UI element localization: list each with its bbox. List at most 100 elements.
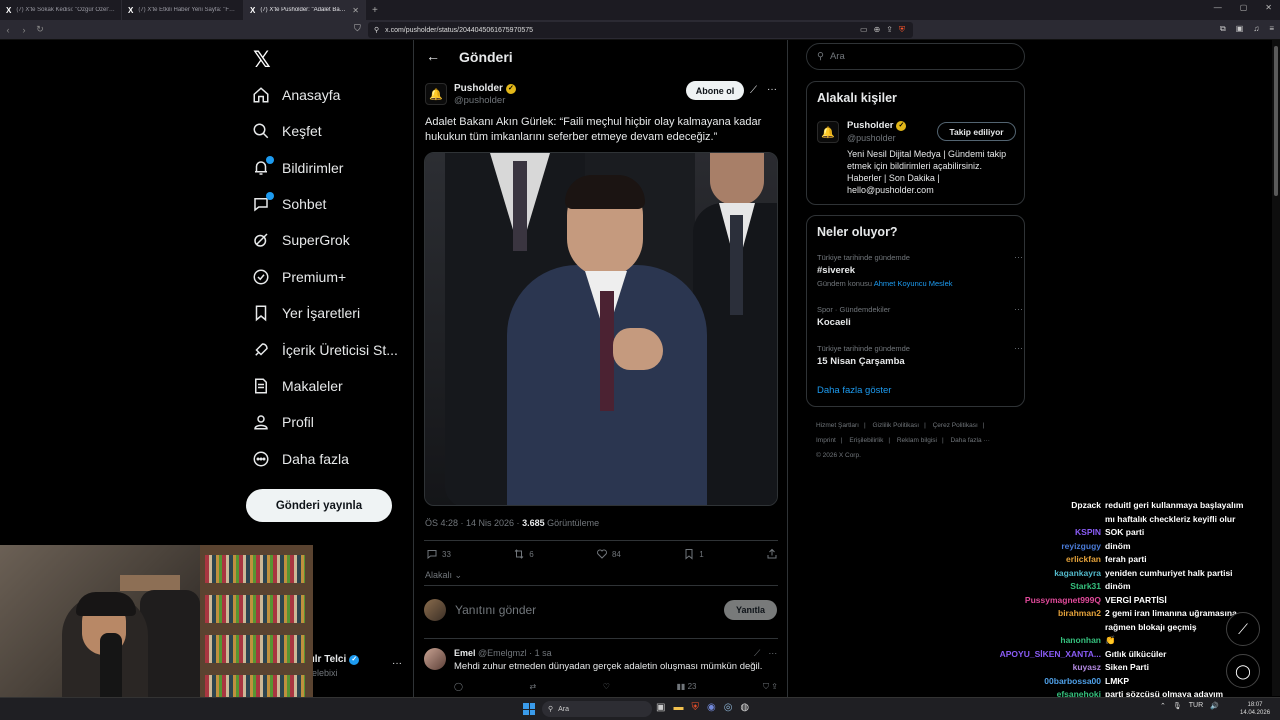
brave-browser-icon[interactable]: ⛨ xyxy=(691,702,699,713)
nav-item-creator-studio[interactable]: İçerik Üreticisi St... xyxy=(252,341,398,359)
heart-icon[interactable]: ♡ xyxy=(603,682,610,692)
messages-floating-button[interactable]: ◯ xyxy=(1226,654,1260,688)
bookmark-action[interactable]: 1 xyxy=(683,548,704,560)
more-icon[interactable]: ··· xyxy=(392,658,402,669)
chevron-up-icon[interactable]: ⌃ xyxy=(1160,702,1166,710)
taskbar-search[interactable]: ⚲ Ara xyxy=(542,701,652,717)
chat-username[interactable]: Pussymagnet999Q xyxy=(960,595,1105,606)
share-action[interactable] xyxy=(766,548,778,560)
more-icon[interactable]: ··· xyxy=(768,648,777,659)
volume-icon[interactable]: 🔊 xyxy=(1210,702,1219,710)
author-avatar[interactable]: 🔔 xyxy=(425,83,447,105)
chat-username[interactable]: birahman2 xyxy=(960,608,1105,619)
chat-username[interactable]: Stark31 xyxy=(960,581,1105,592)
chat-username[interactable]: reyizgugy xyxy=(960,541,1105,552)
maximize-icon[interactable]: ▢ xyxy=(1240,3,1248,12)
grok-explain-icon[interactable]: ⟋ xyxy=(754,648,760,659)
nav-item-articles[interactable]: Makaleler xyxy=(252,377,343,395)
footer-link[interactable]: Çerez Politikası xyxy=(933,422,978,429)
minimize-icon[interactable]: — xyxy=(1214,3,1222,12)
footer-link[interactable]: Erişilebilirlik xyxy=(849,437,883,444)
nav-item-premium[interactable]: Premium+ xyxy=(252,268,346,286)
tweet-photo[interactable] xyxy=(424,152,778,506)
following-button[interactable]: Takip ediliyor xyxy=(937,122,1016,141)
chat-username[interactable]: KSPIN xyxy=(960,527,1105,538)
browser-tab[interactable]: X (7) X'te Sokak Kedisi: "Özgür Özel'i "I… xyxy=(0,0,122,20)
related-avatar[interactable]: 🔔 xyxy=(817,121,839,143)
more-icon[interactable]: ··· xyxy=(1014,343,1023,353)
reader-icon[interactable]: ▭ xyxy=(860,25,868,35)
footer-link[interactable]: Reklam bilgisi xyxy=(897,437,937,444)
nav-item-explore[interactable]: Keşfet xyxy=(252,122,322,140)
media-icon[interactable]: ♫ xyxy=(1253,24,1259,34)
footer-link[interactable]: Hizmet Şartları xyxy=(816,422,859,429)
zoom-icon[interactable]: ⊕ xyxy=(874,25,881,35)
clock[interactable]: 18:07 14.04.2026 xyxy=(1240,701,1270,717)
obs-icon[interactable]: ◍ xyxy=(740,702,749,713)
trend-item[interactable]: Spor · Gündemdekiler Kocaeli ··· xyxy=(817,304,1023,328)
like-action[interactable]: 84 xyxy=(596,548,621,560)
menu-icon[interactable]: ≡ xyxy=(1269,24,1274,34)
tweet-timestamp[interactable]: ÖS 4:28 · 14 Nis 2026 · xyxy=(425,518,522,528)
footer-link[interactable]: Daha fazla ··· xyxy=(950,437,989,444)
chat-username[interactable]: kuyasz xyxy=(960,662,1105,673)
forward-icon[interactable]: › xyxy=(16,25,32,35)
mic-icon[interactable]: 🎙 xyxy=(1173,702,1182,710)
share-icon[interactable]: ⇪ xyxy=(771,682,778,691)
nav-item-supergrok[interactable]: SuperGrok xyxy=(252,231,350,249)
steam-icon[interactable]: ◎ xyxy=(724,702,733,713)
chat-username[interactable]: kagankayra xyxy=(960,568,1105,579)
back-icon[interactable]: ‹ xyxy=(0,25,16,35)
nav-item-notifications[interactable]: Bildirimler xyxy=(252,156,343,177)
author-handle[interactable]: @pusholder xyxy=(454,95,505,106)
bookmark-icon[interactable]: ⛉ xyxy=(763,682,769,691)
nav-item-more[interactable]: Daha fazla xyxy=(252,450,349,468)
trend-item[interactable]: Türkiye tarihinde gündemde 15 Nisan Çarş… xyxy=(817,343,1023,367)
new-tab-button[interactable]: + xyxy=(366,5,384,16)
x-logo-icon[interactable]: 𝕏 xyxy=(253,48,271,73)
related-handle[interactable]: @pusholder xyxy=(847,133,896,143)
url-bar[interactable]: ⚲ x.com/pusholder/status/204404506167597… xyxy=(368,22,913,38)
nav-item-bookmarks[interactable]: Yer İşaretleri xyxy=(252,304,360,322)
chat-username[interactable]: erlickfan xyxy=(960,554,1105,565)
file-explorer-icon[interactable]: ▬ xyxy=(673,702,683,713)
reload-icon[interactable]: ↻ xyxy=(32,24,48,35)
nav-item-home[interactable]: Anasayfa xyxy=(252,86,340,104)
windows-start-icon[interactable] xyxy=(523,703,535,715)
repost-action[interactable]: 6 xyxy=(513,548,534,560)
extension-icon[interactable]: ⧉ xyxy=(1220,24,1226,34)
language-indicator[interactable]: TUR xyxy=(1189,702,1203,710)
chat-username[interactable] xyxy=(960,622,1105,633)
reply-icon[interactable]: ◯ xyxy=(454,682,463,692)
more-icon[interactable]: ··· xyxy=(1014,304,1023,314)
search-input[interactable]: ⚲ Ara xyxy=(806,43,1025,70)
reply-input[interactable]: Yanıtını gönder xyxy=(455,603,536,617)
footer-link[interactable]: Gizlilik Politikası xyxy=(873,422,920,429)
close-window-icon[interactable]: ✕ xyxy=(1265,3,1272,12)
chat-username[interactable]: 00barbossa00 xyxy=(960,676,1105,687)
more-icon[interactable]: ··· xyxy=(1014,252,1023,262)
nav-item-chat[interactable]: Sohbet xyxy=(252,192,326,213)
account-switcher[interactable]: ılr Telci ✓ elebixi ··· xyxy=(312,654,412,678)
discord-icon[interactable]: ◉ xyxy=(707,702,716,713)
post-button[interactable]: Gönderi yayınla xyxy=(246,489,392,522)
chat-username[interactable] xyxy=(960,514,1105,525)
back-arrow-icon[interactable]: ← xyxy=(426,48,440,64)
nav-item-profile[interactable]: Profil xyxy=(252,413,314,431)
subscribe-button[interactable]: Abone ol xyxy=(686,81,744,100)
chat-username[interactable]: Dpzack xyxy=(960,500,1105,511)
wallet-icon[interactable]: ▣ xyxy=(1236,24,1244,34)
reply-sort-dropdown[interactable]: Alakalı ⌄ xyxy=(425,570,462,581)
trend-item[interactable]: Türkiye tarihinde gündemde #siverek Günd… xyxy=(817,252,1023,288)
close-tab-icon[interactable]: ✕ xyxy=(352,6,359,15)
grok-floating-button[interactable]: ⟋ xyxy=(1226,612,1260,646)
show-more-link[interactable]: Daha fazla göster xyxy=(817,385,891,396)
trend-topic-link[interactable]: Ahmet Koyuncu Meslek xyxy=(874,279,953,288)
reply-button[interactable]: Yanıtla xyxy=(724,600,777,620)
commenter-name[interactable]: Emel xyxy=(454,648,476,658)
views-stat[interactable]: ▮▮ 23 xyxy=(677,682,697,692)
repost-icon[interactable]: ⇄ xyxy=(530,682,537,692)
site-info-icon[interactable]: ⚲ xyxy=(374,26,379,34)
share-icon[interactable]: ⇪ xyxy=(886,25,893,35)
commenter-avatar[interactable] xyxy=(424,648,446,670)
